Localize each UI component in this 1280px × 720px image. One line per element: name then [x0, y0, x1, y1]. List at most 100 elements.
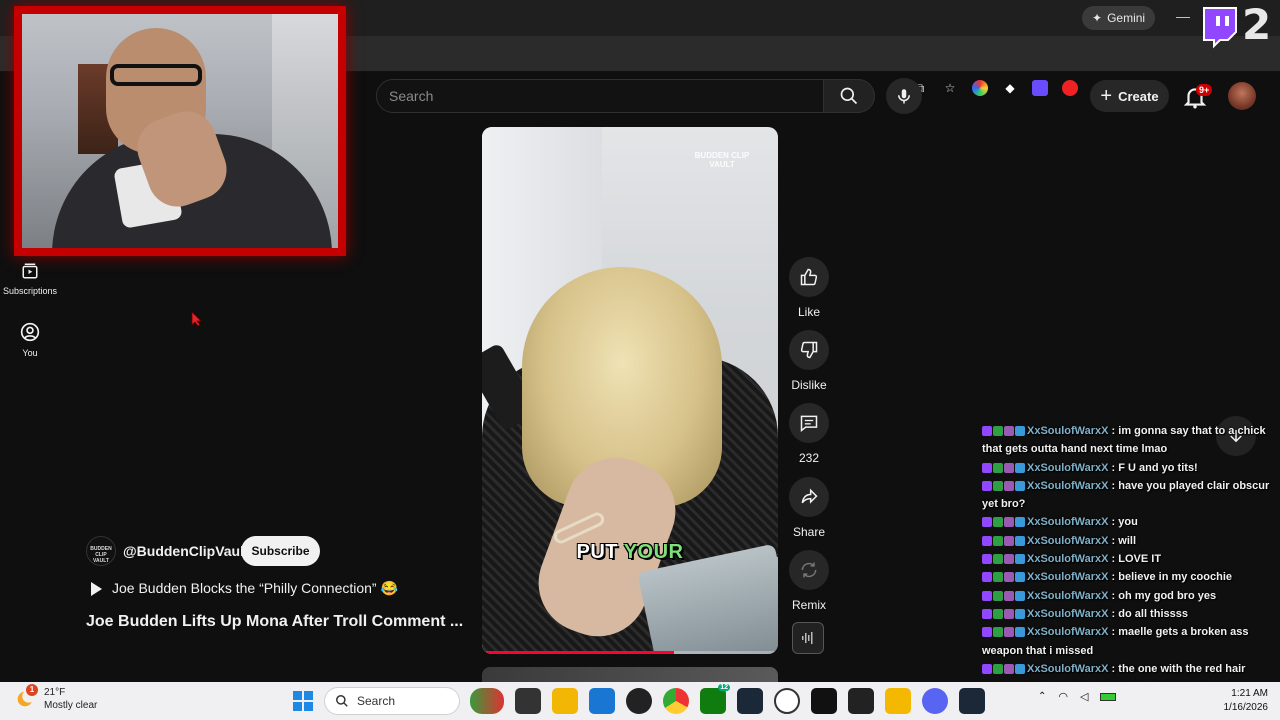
mouse-cursor-icon [191, 311, 202, 327]
chat-badge-icon [982, 627, 992, 638]
speaker-icon[interactable]: ◁ [1080, 690, 1088, 703]
minimize-button[interactable]: — [1176, 8, 1190, 24]
taskbar-search[interactable]: Search [324, 687, 460, 715]
target-app-icon[interactable] [774, 688, 800, 714]
chat-badge-icon [982, 517, 992, 528]
webcam-overlay [14, 6, 346, 256]
chat-username[interactable]: XxSoulofWarxX [1027, 516, 1109, 528]
shorts-video-player[interactable]: BUDDEN CLIP VAULT PUT YOUR [482, 127, 778, 654]
chrome-icon[interactable] [663, 688, 689, 714]
chat-badges [982, 517, 1025, 528]
chat-username[interactable]: XxSoulofWarxX [1027, 480, 1109, 492]
chat-message: XxSoulofWarxX : LOVE IT [982, 550, 1280, 568]
chat-username[interactable]: XxSoulofWarxX [1027, 608, 1109, 620]
steam-tray-icon[interactable] [959, 688, 985, 714]
caption-word-highlight: YOUR [623, 541, 684, 563]
windows-start-icon[interactable] [293, 691, 313, 711]
account-avatar[interactable] [1228, 82, 1256, 110]
chat-badges [982, 480, 1025, 491]
taskbar-clock[interactable]: 1:21 AM 1/16/2026 [1212, 687, 1269, 715]
clock-time: 1:21 AM [1231, 688, 1268, 699]
gemini-button[interactable]: ✦ Gemini [1082, 6, 1156, 30]
xbox-count: 12 [718, 684, 730, 691]
battery-icon[interactable] [1100, 692, 1117, 701]
epic-games-icon[interactable] [848, 688, 874, 714]
chat-badge-icon [1015, 663, 1025, 674]
stream-counter: 2 [1242, 0, 1272, 49]
wifi-icon[interactable]: ◠ [1058, 690, 1068, 703]
chat-badge-icon [1004, 426, 1014, 436]
chat-badge-icon [982, 480, 992, 491]
bookmark-star-icon[interactable]: ☆ [942, 80, 958, 96]
search-field[interactable] [376, 79, 824, 113]
chat-username[interactable]: XxSoulofWarxX [1027, 425, 1109, 437]
playlist-title: Joe Budden Blocks the “Philly Connection… [112, 580, 398, 596]
stream-chat: XxSoulofWarxX : im gonna say that to a c… [982, 422, 1280, 715]
chat-username[interactable]: XxSoulofWarxX [1027, 663, 1109, 675]
chat-text: believe in my coochie [1118, 571, 1232, 584]
chat-badge-icon [993, 426, 1003, 436]
store-icon[interactable] [589, 688, 615, 714]
chat-badge-icon [1015, 627, 1025, 638]
obs-icon[interactable] [626, 688, 652, 714]
like-button[interactable]: Like [788, 257, 830, 319]
video-watermark: BUDDEN CLIP VAULT [694, 151, 750, 169]
chat-badge-icon [982, 663, 992, 674]
task-view-icon[interactable] [515, 688, 541, 714]
chat-text: LOVE IT [1118, 553, 1162, 566]
audio-button[interactable] [792, 622, 824, 654]
chat-username[interactable]: XxSoulofWarxX [1027, 571, 1109, 583]
color-extension-icon[interactable] [972, 80, 988, 96]
search-input[interactable] [377, 80, 823, 112]
video-progress-bar[interactable] [482, 651, 778, 654]
chat-username[interactable]: XxSoulofWarxX [1027, 626, 1109, 638]
red-extension-icon[interactable] [1062, 80, 1078, 96]
playlist-link[interactable]: Joe Budden Blocks the “Philly Connection… [88, 580, 398, 597]
subscriptions-icon [22, 263, 38, 279]
chat-badge-icon [1015, 608, 1025, 619]
share-button[interactable]: Share [788, 477, 830, 539]
comments-button[interactable]: 232 [788, 403, 830, 465]
chat-message: XxSoulofWarxX : the one with the red hai… [982, 660, 1280, 678]
channel-handle[interactable]: @BuddenClipVault [123, 543, 249, 559]
sidebar-item-you[interactable]: You [0, 322, 60, 358]
xbox-icon[interactable]: 12 [700, 684, 730, 714]
create-label: Create [1118, 88, 1159, 104]
search-button[interactable] [823, 79, 875, 113]
sparkle-icon: ✦ [1092, 11, 1103, 25]
chat-badge-icon [1004, 590, 1014, 601]
voice-search-button[interactable] [886, 78, 922, 114]
video-title[interactable]: Joe Budden Lifts Up Mona After Troll Com… [86, 613, 463, 631]
steam-icon[interactable] [737, 688, 763, 714]
chat-username[interactable]: XxSoulofWarxX [1027, 590, 1109, 602]
chili-app-icon[interactable] [470, 688, 504, 714]
temperature: 21°F [44, 687, 66, 698]
twitch-extension-icon[interactable] [1032, 80, 1048, 96]
zip-app-icon[interactable] [811, 688, 837, 714]
chat-separator: : [1108, 425, 1119, 437]
create-button[interactable]: + Create [1090, 80, 1169, 112]
thumbs-down-icon [800, 341, 818, 359]
microphone-icon [898, 89, 910, 104]
chat-separator: : [1108, 607, 1119, 620]
chat-username[interactable]: XxSoulofWarxX [1027, 535, 1109, 547]
clock-date: 1/16/2026 [1223, 702, 1269, 713]
chat-username[interactable]: XxSoulofWarxX [1027, 462, 1109, 474]
channel-logo[interactable]: BUDDEN CLIP VAULT [86, 536, 116, 566]
remix-button[interactable]: Remix [788, 550, 830, 612]
chat-username[interactable]: XxSoulofWarxX [1027, 553, 1109, 565]
subscribe-button[interactable]: Subscribe [241, 536, 320, 566]
chat-text: oh my god bro yes [1118, 589, 1217, 602]
chat-badge-icon [993, 480, 1003, 491]
chat-separator: : [1108, 662, 1119, 675]
sidebar-item-subscriptions[interactable]: Subscriptions [0, 262, 60, 296]
dislike-button[interactable]: Dislike [788, 330, 830, 392]
chat-badge-icon [1004, 535, 1014, 546]
file-explorer-icon[interactable] [552, 688, 578, 714]
diamond-extension-icon[interactable]: ◆ [1002, 80, 1018, 96]
share-label: Share [792, 525, 826, 539]
discord-icon[interactable] [922, 688, 948, 714]
screen: ✦ Gemini — ⧉ ☆ ◆ ⧈ ▣ 2 [0, 0, 1280, 720]
chevron-up-icon[interactable]: ⌃ [1038, 691, 1046, 702]
rockstar-icon[interactable] [885, 688, 911, 714]
